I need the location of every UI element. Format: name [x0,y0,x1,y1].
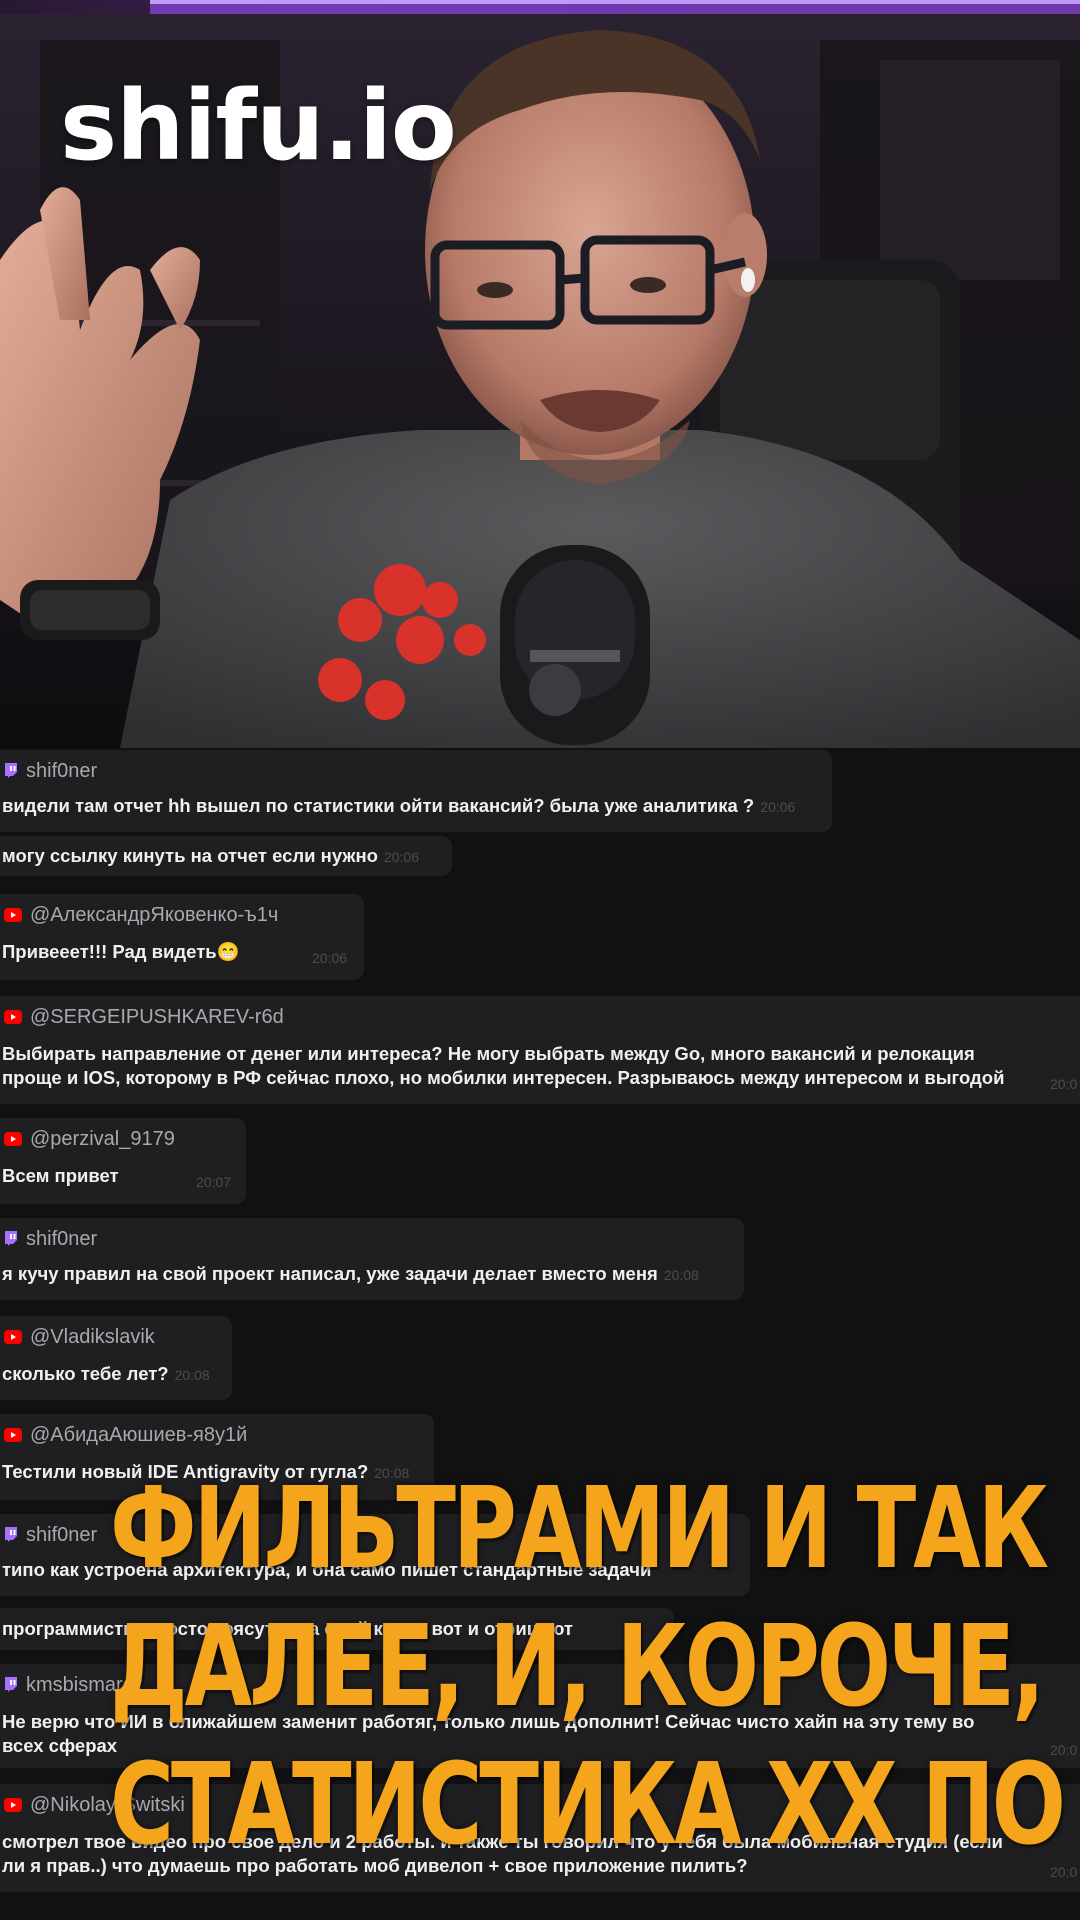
chat-author: @SERGEIPUSHKAREV-r6d [4,1004,284,1030]
chat-text-line: всех сферах [2,1735,118,1756]
chat-text-line: я кучу правил на свой проект написал, уж… [2,1263,658,1284]
youtube-icon [4,1132,22,1146]
chat-text-line: Привееет!!! Рад видеть😁 [2,941,240,962]
caption-line: ДАЛЕЕ, И, КОРОЧЕ, [110,1602,1045,1732]
chat-author-name: @АлександрЯковенко-ъ1ч [30,903,279,926]
chat-message: @Vladikslavik сколько тебе лет? 20:08 [0,1316,232,1400]
chat-text-line: сколько тебе лет? [2,1363,169,1384]
chat-text-line: проще и IOS, которому в РФ сейчас плохо,… [2,1067,1005,1088]
chat-author-name: @perzival_9179 [30,1127,175,1150]
chat-message: @SERGEIPUSHKAREV-r6d Выбирать направлени… [0,996,1080,1104]
chat-text: я кучу правил на свой проект написал, уж… [2,1262,699,1287]
chat-message: @АлександрЯковенко-ъ1ч Привееет!!! Рад в… [0,894,364,980]
chat-author-name: @АбидаАюшиев-я8у1й [30,1423,248,1446]
chat-text-line: Выбирать направление от денег или интере… [2,1043,975,1064]
chat-message: могу ссылку кинуть на отчет если нужно 20… [0,836,452,876]
chat-author: @Vladikslavik [4,1324,155,1350]
chat-text: сколько тебе лет? 20:08 [2,1362,210,1387]
chat-message: shif0ner видели там отчет hh вышел по ст… [0,750,832,832]
youtube-icon [4,1010,22,1024]
chat-author: @АлександрЯковенко-ъ1ч [4,902,278,928]
caption-line: СТАТИСТИКА ХХ ПО [110,1740,1066,1870]
chat-text-line: видели там отчет hh вышел по статистики … [2,795,755,816]
youtube-icon [4,1798,22,1812]
chat-author: shif0ner [4,1226,97,1252]
twitch-icon [4,763,18,779]
youtube-icon [4,1428,22,1442]
caption-line: ФИЛЬТРАМИ И ТАК [110,1464,1049,1594]
chat-author: @perzival_9179 [4,1126,175,1152]
chat-message: @perzival_9179 Всем привет 20:07 [0,1118,246,1204]
chat-author-name: shif0ner [26,1523,98,1546]
chat-text: могу ссылку кинуть на отчет если нужно 20… [2,844,419,869]
chat-text-line: могу ссылку кинуть на отчет если нужно [2,845,378,866]
chat-author: shif0ner [4,758,97,784]
chat-timestamp: 20:06 [383,849,419,865]
chat-author-name: @SERGEIPUSHKAREV-r6d [30,1005,284,1028]
chat-timestamp: 20:06 [312,950,348,966]
caption-overlay: ФИЛЬТРАМИ И ТАК ДАЛЕЕ, И, КОРОЧЕ, СТАТИС… [110,1460,1066,1874]
chat-author-name: @Vladikslavik [30,1325,155,1348]
chat-timestamp: 20:0 [1050,1076,1078,1092]
chat-message: shif0ner я кучу правил на свой проект на… [0,1218,744,1300]
channel-watermark: shifu.io [60,70,457,182]
chat-text: видели там отчет hh вышел по статистики … [2,794,795,819]
chat-author-name: shif0ner [26,1227,98,1250]
webcam-video: shifu.io [0,0,1080,748]
chat-text: Привееет!!! Рад видеть😁 [2,940,240,964]
chat-author: shif0ner [4,1522,97,1548]
chat-author-name: shif0ner [26,759,98,782]
youtube-icon [4,908,22,922]
chat-timestamp: 20:08 [663,1267,699,1283]
youtube-icon [4,1330,22,1344]
stream-frame: shifu.io shif0ner видели там отчет hh вы… [0,0,1080,1920]
twitch-icon [4,1527,18,1543]
chat-text-line: Всем привет [2,1165,119,1186]
chat-timestamp: 20:06 [760,799,796,815]
twitch-icon [4,1677,18,1693]
chat-timestamp: 20:07 [196,1174,232,1190]
twitch-icon [4,1231,18,1247]
chat-timestamp: 20:08 [174,1367,210,1383]
chat-author: @АбидаАюшиев-я8у1й [4,1422,247,1448]
